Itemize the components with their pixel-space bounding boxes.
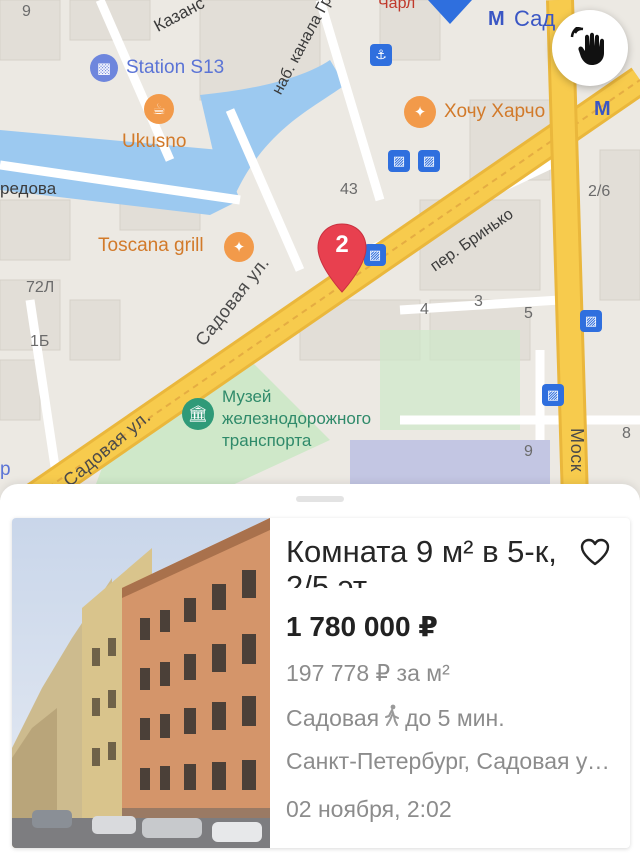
- gesture-mode-button[interactable]: [552, 10, 628, 86]
- restaurant-icon[interactable]: ✦: [404, 96, 436, 128]
- poi-hochu-harcho[interactable]: Хочу Харчо: [444, 102, 545, 121]
- street-label-moskovsky: Моск: [567, 428, 587, 473]
- hotel-icon[interactable]: ▩: [90, 54, 118, 82]
- listing-photo[interactable]: [12, 518, 270, 848]
- walking-icon: [383, 704, 401, 732]
- house-number-label: 43: [340, 181, 358, 198]
- museum-icon[interactable]: 🏛: [182, 398, 214, 430]
- cluster-count: 2: [335, 231, 349, 258]
- map-view[interactable]: 9 Казанс Чарл наб. канала Грибое редова …: [0, 0, 640, 500]
- poi-label-charl: Чарл: [378, 0, 416, 12]
- listing-cluster-marker[interactable]: 2: [315, 222, 369, 294]
- house-number-label: 8: [622, 425, 631, 442]
- map-edge-label: р: [0, 459, 11, 480]
- hand-pointer-icon: [570, 27, 604, 65]
- house-number-label: 4: [420, 301, 429, 318]
- price-per-m2: 197 778 ₽ за м²: [286, 660, 450, 686]
- bus-stop-icon[interactable]: ▨: [580, 310, 602, 332]
- metro-label-sadovaya[interactable]: Сад: [514, 8, 555, 30]
- house-number-label: 72Л: [26, 279, 55, 296]
- listing-title[interactable]: Комната 9 м² в 5-к, 2/5 эт.: [286, 534, 576, 588]
- listing-address: Санкт-Петербург, Садовая улица: [286, 748, 616, 774]
- metro-info: Садовая до 5 мин.: [286, 704, 505, 732]
- heart-outline-icon: [580, 538, 610, 566]
- street-label-edova: редова: [0, 179, 57, 198]
- walk-time: до 5 мин.: [405, 704, 505, 731]
- poi-station-s13[interactable]: Station S13: [126, 58, 224, 77]
- listing-card[interactable]: Комната 9 м² в 5-к, 2/5 эт. 1 780 000 ₽ …: [12, 518, 630, 848]
- tram-stop-icon[interactable]: ▨: [418, 150, 440, 172]
- house-number-label: 5: [524, 305, 533, 322]
- listing-date: 02 ноября, 2:02: [286, 796, 452, 822]
- poi-museum-line: Музей: [222, 387, 272, 406]
- poi-museum-line: транспорта: [222, 431, 312, 450]
- house-number-label: 9: [22, 3, 31, 20]
- house-number-label: 9: [524, 443, 533, 460]
- metro-station: Садовая: [286, 704, 380, 731]
- cafe-icon[interactable]: ☕: [144, 94, 174, 124]
- building-photo: [12, 518, 270, 848]
- bus-stop-icon[interactable]: ▨: [388, 150, 410, 172]
- metro-icon[interactable]: M: [594, 98, 611, 121]
- bus-stop-icon[interactable]: ▨: [542, 384, 564, 406]
- listing-info[interactable]: Комната 9 м² в 5-к, 2/5 эт. 1 780 000 ₽ …: [286, 518, 622, 848]
- poi-ukusno[interactable]: Ukusno: [122, 132, 186, 151]
- listing-price: 1 780 000 ₽: [286, 611, 438, 642]
- house-number-label: 3: [474, 293, 483, 310]
- poi-museum[interactable]: Музей железнодорожного транспорта: [222, 386, 371, 452]
- location-marker-icon[interactable]: [428, 0, 472, 26]
- listing-title-container[interactable]: Комната 9 м² в 5-к, 2/5 эт.: [286, 534, 576, 588]
- metro-icon[interactable]: M: [488, 8, 505, 31]
- poi-museum-line: железнодорожного: [222, 409, 372, 428]
- house-number-label: 2/6: [588, 183, 611, 200]
- poi-toscana-grill[interactable]: Toscana grill: [98, 236, 204, 255]
- restaurant-icon[interactable]: ✦: [224, 232, 254, 262]
- drag-handle[interactable]: [296, 496, 344, 502]
- favorite-button[interactable]: [580, 538, 610, 566]
- anchor-icon[interactable]: ⚓: [370, 44, 392, 66]
- house-number-label: 1Б: [30, 333, 50, 350]
- listing-bottom-sheet[interactable]: Комната 9 м² в 5-к, 2/5 эт. 1 780 000 ₽ …: [0, 484, 640, 856]
